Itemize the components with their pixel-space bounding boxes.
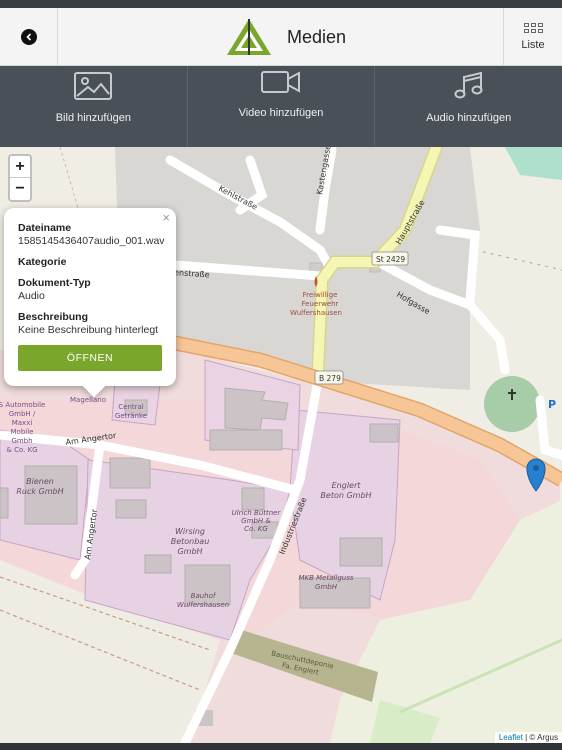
map-label-st2429: St 2429 bbox=[376, 255, 405, 264]
map-poi-bienen-1: Bienen bbox=[26, 477, 54, 486]
map-poi-feuerwehr-2: Feuerwehr bbox=[302, 300, 339, 308]
video-camera-icon bbox=[261, 71, 300, 93]
map-poi-automobile-4: Mobile bbox=[11, 428, 34, 436]
popup-value-description: Keine Beschreibung hinterlegt bbox=[18, 324, 159, 336]
leaflet-link[interactable]: Leaflet bbox=[499, 733, 523, 742]
popup-label-filename: Dateiname bbox=[18, 222, 72, 234]
app-logo-icon bbox=[227, 19, 271, 55]
map-poi-mkb-2: GmbH bbox=[315, 583, 338, 591]
music-note-icon bbox=[454, 72, 483, 99]
add-image-label: Bild hinzufügen bbox=[55, 112, 131, 124]
add-image-button[interactable]: Bild hinzufügen bbox=[0, 66, 188, 147]
map-poi-englert-2: Beton GmbH bbox=[320, 491, 371, 500]
list-view-button[interactable]: Liste bbox=[503, 8, 562, 66]
parking-icon: P bbox=[548, 398, 556, 411]
map-poi-buettner-3: Co. KG bbox=[244, 525, 268, 533]
chevron-left-icon bbox=[20, 29, 37, 45]
zoom-out-button[interactable]: − bbox=[10, 178, 30, 200]
back-button[interactable] bbox=[0, 8, 58, 66]
popup-value-filename: 1585145436407audio_001.wav bbox=[18, 235, 165, 247]
map-poi-automobile-6: & Co. KG bbox=[6, 446, 37, 454]
map-poi-automobile-1: S Automobile bbox=[0, 401, 45, 409]
map-poi-automobile-2: GmbH / bbox=[9, 410, 36, 418]
map-poi-automobile-5: Gmbh bbox=[11, 437, 32, 445]
map-poi-central-1: Central bbox=[118, 403, 144, 411]
header-brand: Medien bbox=[225, 14, 346, 60]
map-poi-wirsing-2: Betonbau bbox=[171, 537, 210, 546]
add-video-label: Video hinzufügen bbox=[238, 107, 324, 119]
map-poi-englert-1: Englert bbox=[332, 481, 362, 490]
map-poi-mkb-1: MKB Metallguss bbox=[298, 574, 353, 582]
popup-label-doctype: Dokument-Typ bbox=[18, 277, 91, 289]
popup-label-category: Kategorie bbox=[18, 256, 67, 268]
map-poi-central-2: Getränke bbox=[115, 412, 147, 420]
map-attribution: Leaflet | © Argus bbox=[494, 732, 562, 743]
map-label-b279: B 279 bbox=[319, 374, 341, 383]
add-video-button[interactable]: Video hinzufügen bbox=[188, 66, 376, 147]
map-poi-buettner-2: GmbH & bbox=[241, 517, 271, 525]
add-audio-button[interactable]: Audio hinzufügen bbox=[375, 66, 562, 147]
map-poi-bauhof-1: Bauhof bbox=[191, 592, 217, 600]
zoom-control: + − bbox=[8, 154, 32, 202]
list-view-label: Liste bbox=[521, 39, 545, 51]
map-poi-feuerwehr-3: Wulfershausen bbox=[290, 309, 342, 317]
map-poi-automobile-3: Maxxi bbox=[12, 419, 33, 427]
map-poi-wirsing-3: GmbH bbox=[177, 547, 202, 556]
bottom-strip bbox=[0, 743, 562, 750]
popup-close-button[interactable]: × bbox=[162, 210, 170, 225]
add-audio-label: Audio hinzufügen bbox=[426, 112, 512, 124]
app-header: Medien Liste bbox=[0, 8, 562, 66]
map-poi-feuerwehr-1: Freiwillige bbox=[303, 291, 338, 299]
map-poi-wirsing-1: Wirsing bbox=[175, 527, 205, 536]
status-strip bbox=[0, 0, 562, 8]
popup-value-doctype: Audio bbox=[18, 290, 45, 302]
attribution-text: | © Argus bbox=[522, 733, 558, 742]
page-title: Medien bbox=[287, 26, 347, 47]
map-poi-buettner-1: Ulrich Büttner bbox=[232, 509, 282, 517]
popup-label-description: Beschreibung bbox=[18, 311, 89, 323]
media-toolbar: Bild hinzufügen Video hinzufügen Audio h… bbox=[0, 66, 562, 147]
map-poi-bauhof-2: Wulfershausen bbox=[177, 601, 229, 609]
map-poi-magellano: Magellano bbox=[70, 396, 106, 404]
open-button[interactable]: ÖFFNEN bbox=[18, 345, 162, 371]
zoom-in-button[interactable]: + bbox=[10, 156, 30, 178]
grid-icon bbox=[523, 23, 543, 33]
map-poi-bienen-2: Ruck GmbH bbox=[16, 487, 63, 496]
image-icon bbox=[74, 72, 113, 100]
marker-popup: × Dateiname 1585145436407audio_001.wav K… bbox=[4, 208, 176, 398]
